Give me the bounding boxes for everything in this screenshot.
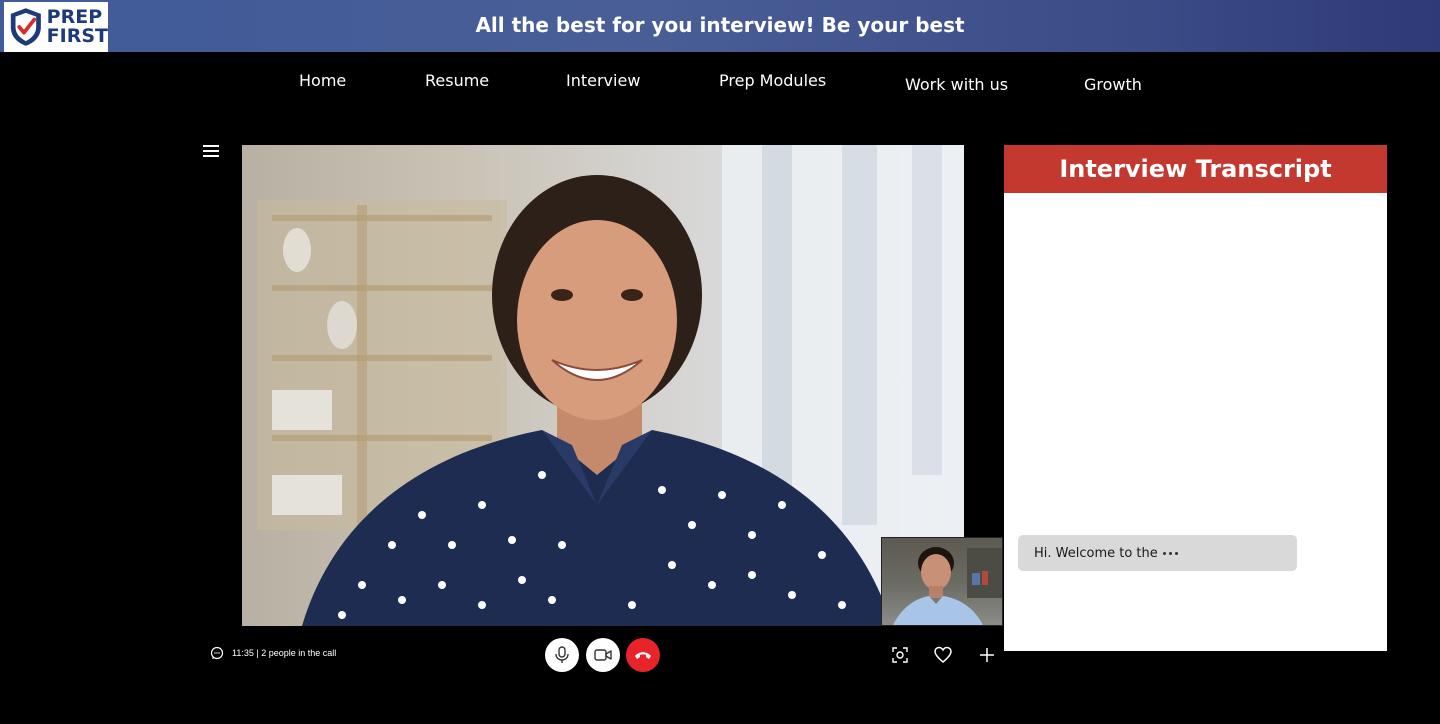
chat-bubble-icon[interactable] [210, 646, 224, 660]
call-status: 11:35 | 2 people in the call [210, 646, 336, 660]
candidate-video-image [893, 547, 1002, 625]
nav-item-interview[interactable]: Interview [566, 71, 640, 90]
plus-icon[interactable] [977, 645, 997, 665]
hamburger-menu-icon[interactable] [203, 145, 219, 159]
call-status-text: 11:35 | 2 people in the call [232, 648, 337, 658]
microphone-icon [555, 646, 569, 663]
main-nav: Home Resume Interview Prep Modules Work … [0, 68, 1440, 98]
heart-icon[interactable] [933, 645, 953, 665]
nav-item-growth[interactable]: Growth [1084, 75, 1142, 94]
nav-item-work-with-us[interactable]: Work with us [905, 75, 1008, 94]
video-camera-icon [594, 649, 612, 661]
transcript-message-text: Hi. Welcome to the [1034, 545, 1158, 561]
transcript-message: Hi. Welcome to the [1018, 535, 1297, 571]
nav-item-home[interactable]: Home [299, 71, 346, 90]
typing-indicator-icon [1162, 551, 1178, 555]
header-banner: PREP FIRST All the best for you intervie… [0, 0, 1440, 52]
end-call-button[interactable] [626, 638, 660, 672]
screenshot-icon[interactable] [890, 645, 910, 665]
self-view-video[interactable] [881, 537, 1003, 626]
transcript-title: Interview Transcript [1059, 155, 1332, 183]
transcript-panel: Interview Transcript Hi. Welcome to the [1004, 145, 1387, 651]
nav-item-resume[interactable]: Resume [425, 71, 489, 90]
banner-title: All the best for you interview! Be your … [475, 13, 965, 37]
camera-button[interactable] [586, 638, 620, 672]
microphone-button[interactable] [545, 638, 579, 672]
end-call-icon [635, 652, 651, 659]
main-video-feed [242, 145, 964, 626]
shirt-dots-pattern [338, 471, 846, 619]
nav-item-prep-modules[interactable]: Prep Modules [719, 71, 826, 90]
transcript-header: Interview Transcript [1004, 145, 1387, 193]
